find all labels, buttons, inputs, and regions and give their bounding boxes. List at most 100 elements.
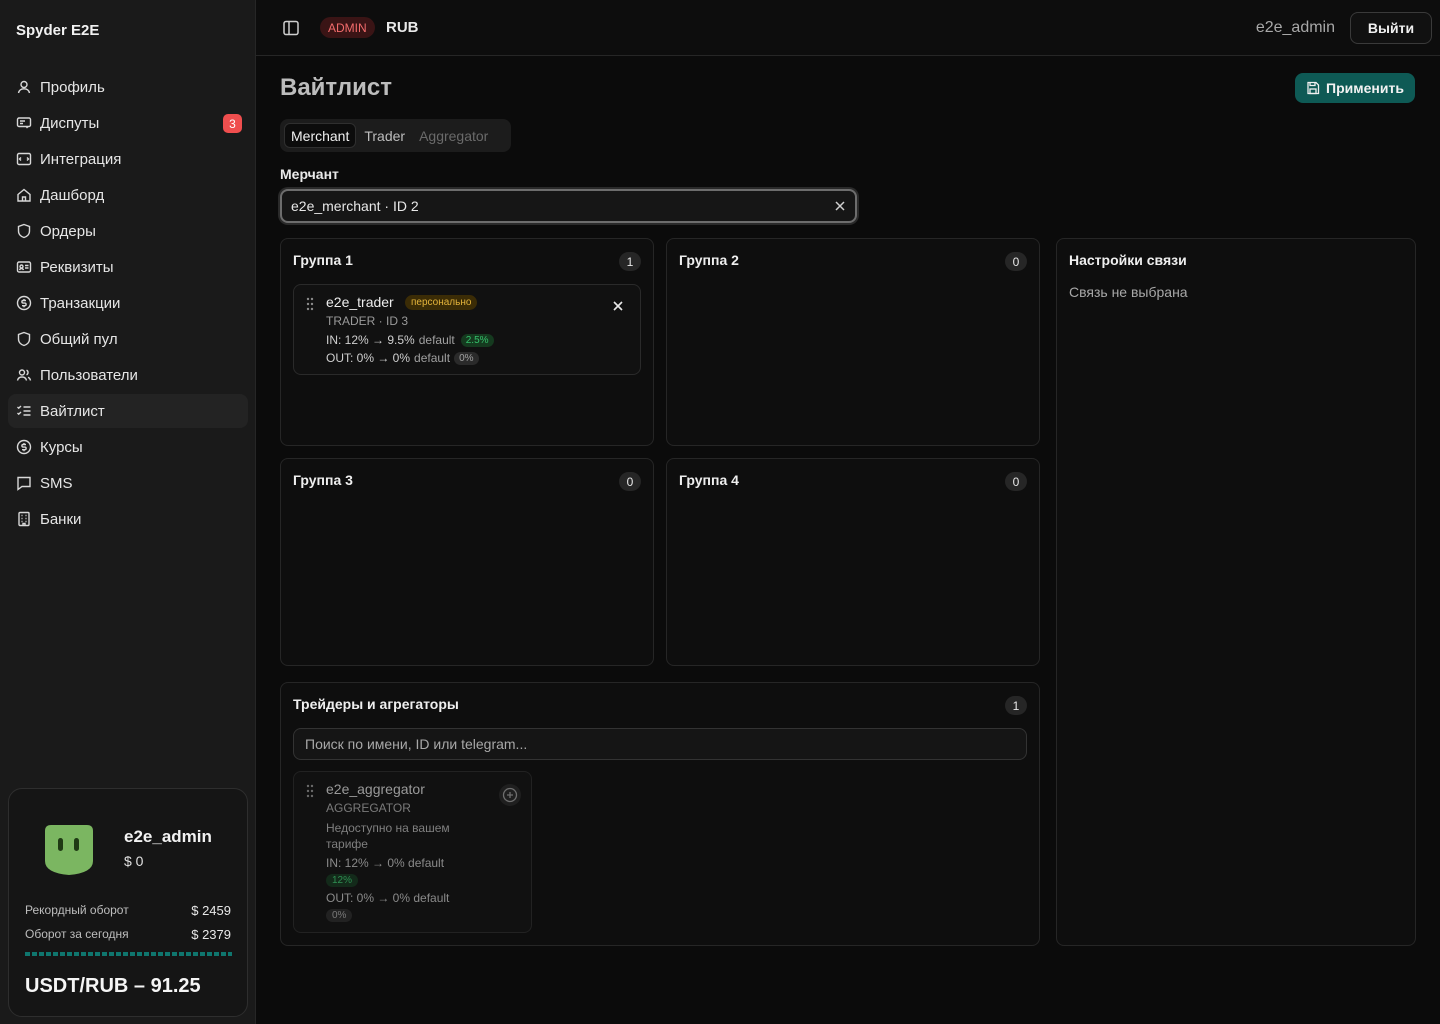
group-panel-1: Группа 1 1 e2e_trader персонально TRADER… bbox=[280, 238, 654, 446]
group-count-badge: 1 bbox=[619, 252, 641, 271]
group-count-badge: 0 bbox=[619, 472, 641, 491]
merchant-label: Мерчант bbox=[280, 166, 339, 182]
user-balance: $ 0 bbox=[124, 853, 144, 869]
member-name: e2e_trader bbox=[326, 294, 394, 310]
member-out-default: default bbox=[414, 351, 451, 365]
message-icon bbox=[17, 476, 31, 491]
sidebar: Spyder E2E Профиль Диспуты 3 Интеграция … bbox=[0, 0, 256, 1024]
role-badge: ADMIN bbox=[320, 17, 375, 38]
pool-item-note: Недоступно на вашем тарифе bbox=[326, 821, 450, 851]
sidebar-item-common-pool[interactable]: Общий пул bbox=[8, 322, 248, 356]
pool-item-role: AGGREGATOR bbox=[326, 801, 411, 815]
sidebar-item-whitelist[interactable]: Вайтлист bbox=[8, 394, 248, 428]
drag-handle-icon[interactable] bbox=[305, 297, 315, 311]
disputes-icon bbox=[16, 117, 32, 129]
sidebar-item-dashboard[interactable]: Дашборд bbox=[8, 178, 248, 212]
pool-search-input[interactable] bbox=[293, 728, 1027, 760]
shield-icon bbox=[17, 331, 31, 347]
remove-member-icon[interactable] bbox=[612, 300, 624, 312]
sidebar-item-label: Реквизиты bbox=[40, 258, 114, 276]
pool-item-out-pill: 0% bbox=[326, 909, 353, 922]
tab-trader[interactable]: Trader bbox=[358, 123, 411, 148]
sidebar-item-disputes[interactable]: Диспуты 3 bbox=[8, 106, 248, 140]
header-username: e2e_admin bbox=[1255, 19, 1335, 36]
sidebar-toggle-icon[interactable] bbox=[282, 19, 300, 37]
connection-empty-text: Связь не выбрана bbox=[1069, 284, 1188, 300]
entity-tabs: Merchant Trader Aggregator bbox=[280, 119, 511, 152]
sidebar-item-profile[interactable]: Профиль bbox=[8, 70, 248, 104]
sidebar-item-label: Интеграция bbox=[40, 150, 122, 168]
sidebar-item-label: Профиль bbox=[40, 78, 105, 96]
sidebar-item-label: SMS bbox=[40, 474, 73, 492]
clear-icon[interactable] bbox=[833, 199, 847, 213]
group-member-card[interactable]: e2e_trader персонально TRADER · ID 3 IN:… bbox=[293, 284, 641, 375]
home-icon bbox=[17, 188, 31, 202]
sidebar-item-label: Курсы bbox=[40, 438, 83, 456]
exchange-rate: USDT/RUB – 91.25 bbox=[25, 975, 201, 997]
pool-count-badge: 1 bbox=[1005, 696, 1027, 715]
sidebar-item-label: Пользователи bbox=[40, 366, 138, 384]
user-summary-card: e2e_admin $ 0 Рекордный оборот $ 2459 Об… bbox=[8, 788, 248, 1017]
merchant-select[interactable]: e2e_merchant · ID 2 bbox=[280, 189, 857, 223]
pool-item-out-line: OUT: 0% → 0% default bbox=[326, 891, 450, 905]
record-turnover-row: Рекордный оборот $ 2459 bbox=[25, 903, 231, 918]
record-turnover-label: Рекордный оборот bbox=[25, 903, 129, 917]
sidebar-item-label: Ордеры bbox=[40, 222, 96, 240]
connection-settings-panel: Настройки связи Связь не выбрана bbox=[1056, 238, 1416, 946]
today-turnover-row: Оборот за сегодня $ 2379 bbox=[25, 927, 231, 942]
today-turnover-value: $ 2379 bbox=[191, 927, 231, 942]
page-title: Вайтлист bbox=[280, 74, 392, 101]
dollar-circle-icon bbox=[16, 295, 32, 311]
pool-item-in-line: IN: 12% → 0% default bbox=[326, 856, 445, 870]
id-card-icon bbox=[16, 261, 32, 273]
sidebar-item-orders[interactable]: Ордеры bbox=[8, 214, 248, 248]
pool-item-in-pill: 12% bbox=[326, 874, 359, 887]
group-count-badge: 0 bbox=[1005, 472, 1027, 491]
sidebar-item-transactions[interactable]: Транзакции bbox=[8, 286, 248, 320]
sidebar-item-label: Транзакции bbox=[40, 294, 121, 312]
pool-item-name: e2e_aggregator bbox=[326, 781, 425, 797]
connection-settings-title: Настройки связи bbox=[1069, 252, 1187, 268]
sidebar-item-banks[interactable]: Банки bbox=[8, 502, 248, 536]
personal-badge: персонально bbox=[405, 295, 478, 310]
group-count-badge: 0 bbox=[1005, 252, 1027, 271]
group-title: Группа 1 bbox=[293, 252, 353, 268]
merchant-select-value: e2e_merchant · ID 2 bbox=[291, 198, 419, 214]
pool-item-card[interactable]: e2e_aggregator AGGREGATOR Недоступно на … bbox=[293, 771, 532, 933]
traders-pool-panel: Трейдеры и агрегаторы 1 e2e_aggregator A… bbox=[280, 682, 1040, 946]
sidebar-item-label: Дашборд bbox=[40, 186, 105, 204]
member-out-pill: 0% bbox=[454, 351, 479, 365]
member-in-default: default bbox=[418, 333, 455, 347]
record-turnover-value: $ 2459 bbox=[191, 903, 231, 918]
currency-label: RUB bbox=[386, 19, 419, 36]
member-out-rate: OUT: 0% → 0% bbox=[326, 351, 411, 365]
sidebar-item-label: Общий пул bbox=[40, 330, 118, 348]
group-title: Группа 4 bbox=[679, 472, 739, 488]
list-check-icon bbox=[17, 405, 31, 416]
sidebar-item-requisites[interactable]: Реквизиты bbox=[8, 250, 248, 284]
sidebar-item-label: Диспуты bbox=[40, 114, 100, 132]
member-in-line: IN: 12% → 9.5% default 2.5% bbox=[326, 333, 494, 347]
group-title: Группа 2 bbox=[679, 252, 739, 268]
today-turnover-label: Оборот за сегодня bbox=[25, 927, 129, 941]
disputes-count-badge: 3 bbox=[223, 114, 242, 133]
sidebar-item-rates[interactable]: Курсы bbox=[8, 430, 248, 464]
sidebar-item-users[interactable]: Пользователи bbox=[8, 358, 248, 392]
member-in-pill: 2.5% bbox=[460, 333, 494, 347]
tab-aggregator[interactable]: Aggregator bbox=[413, 123, 494, 148]
group-panel-2: Группа 2 0 bbox=[666, 238, 1040, 446]
pool-title: Трейдеры и агрегаторы bbox=[293, 696, 459, 712]
logout-button[interactable]: Выйти bbox=[1350, 12, 1432, 44]
tab-merchant[interactable]: Merchant bbox=[284, 123, 357, 148]
integration-icon bbox=[16, 152, 32, 166]
sidebar-item-integration[interactable]: Интеграция bbox=[8, 142, 248, 176]
apply-button[interactable]: Применить bbox=[1295, 73, 1415, 103]
sidebar-item-sms[interactable]: SMS bbox=[8, 466, 248, 500]
add-to-group-button[interactable] bbox=[499, 784, 521, 806]
user-icon bbox=[17, 80, 31, 94]
drag-handle-icon[interactable] bbox=[305, 784, 315, 798]
plus-circle-icon bbox=[502, 787, 518, 803]
avatar bbox=[45, 825, 93, 875]
sidebar-item-label: Вайтлист bbox=[40, 402, 105, 420]
dollar-circle-icon bbox=[16, 439, 32, 455]
